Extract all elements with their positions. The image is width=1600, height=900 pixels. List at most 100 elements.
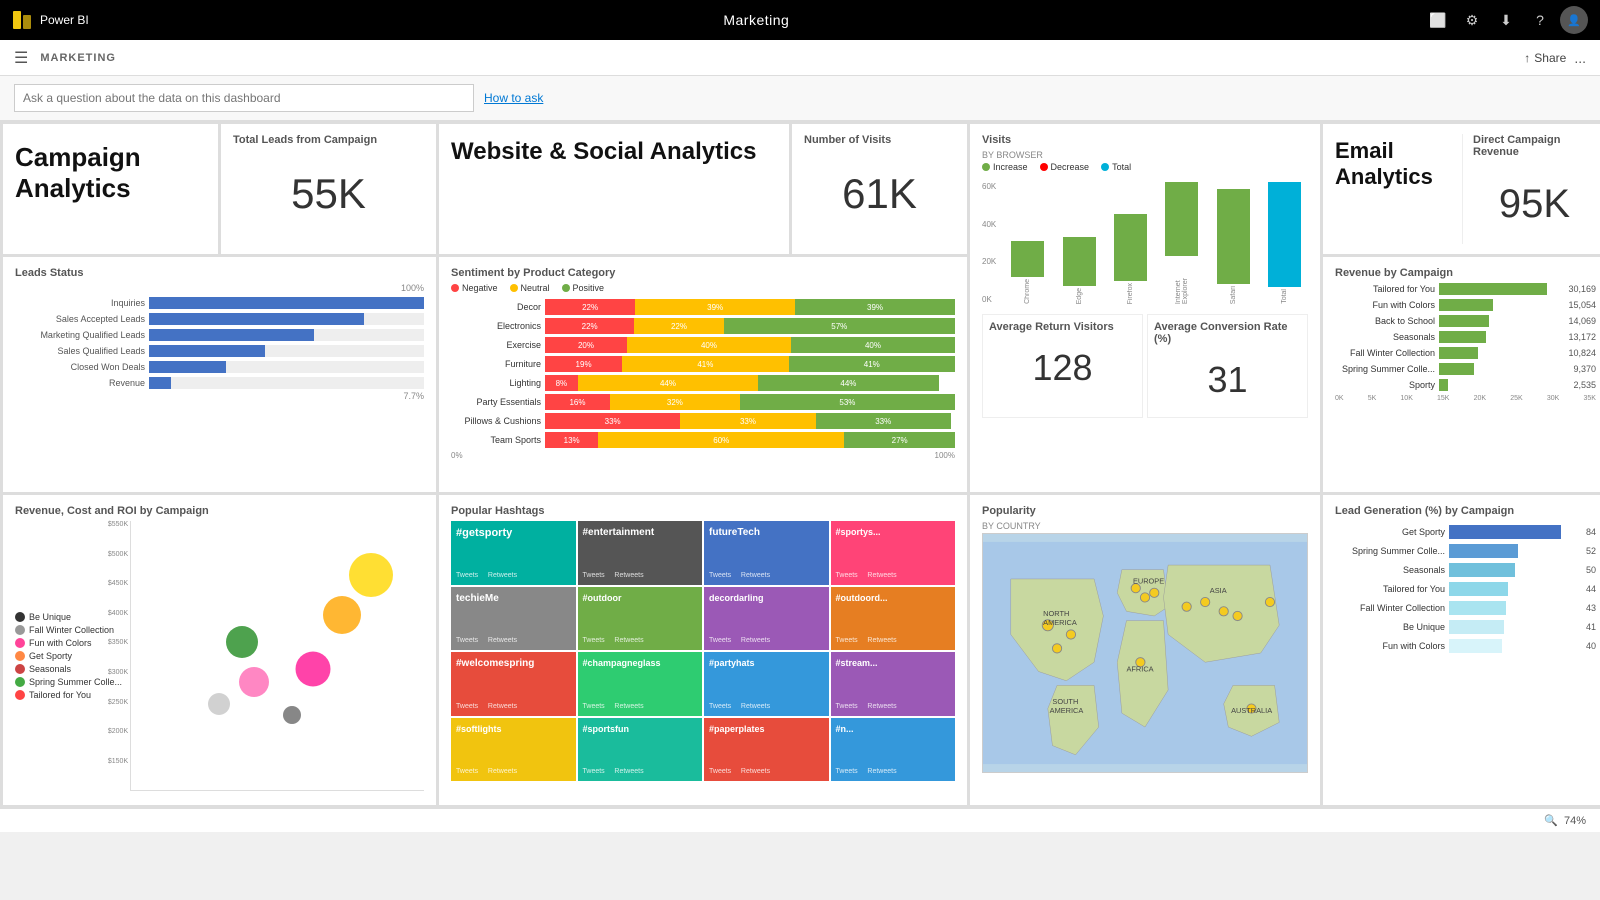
howto-link[interactable]: How to ask [484, 91, 543, 105]
hashtag-meta: Tweets Retweets [836, 572, 951, 579]
lgbar-fill [1449, 620, 1504, 634]
rcbar-val: 2,535 [1573, 380, 1596, 390]
hashtag-cell: #softlights Tweets Retweets [451, 718, 576, 782]
rcbar-val: 9,370 [1573, 364, 1596, 374]
sentiment-bar-row: Decor 22% 39% 39% [451, 299, 955, 315]
lead-gen-bar-row: Seasonals 50 [1335, 563, 1596, 577]
sentiment-bar-row: Exercise 20% 40% 40% [451, 337, 955, 353]
revenue-bar-row: Seasonals 13,172 [1335, 331, 1596, 343]
lgbar-label: Spring Summer Colle... [1335, 546, 1445, 556]
more-button[interactable]: ... [1574, 50, 1586, 66]
neg-seg: 20% [545, 337, 627, 353]
sentiment-bar-label: Electronics [451, 321, 541, 331]
rcbar-val: 14,069 [1568, 316, 1596, 326]
leads-bar-row: Inquiries [15, 297, 424, 309]
sentiment-bar-track: 20% 40% 40% [545, 337, 955, 353]
rcr-legend-label: Tailored for You [29, 690, 91, 700]
legend-positive: Positive [562, 283, 605, 293]
hamburger-menu[interactable]: ☰ [14, 48, 28, 68]
app-logo[interactable]: Power BI [12, 10, 89, 30]
share-button[interactable]: ↑ Share [1524, 51, 1566, 65]
popularity-sublabel: BY COUNTRY [982, 521, 1308, 531]
scatter-y-label: $450K [108, 580, 128, 587]
monitor-icon[interactable]: ⬜ [1424, 6, 1452, 34]
hashtag-text: techieMe [456, 593, 571, 604]
hashtag-meta: Tweets Retweets [583, 703, 698, 710]
leads-bar-track [149, 377, 424, 389]
hashtag-meta: Tweets Retweets [583, 768, 698, 775]
bar-safari: Safari [1209, 182, 1256, 304]
rcbar-fill [1439, 379, 1448, 391]
avg-return-value: 128 [989, 337, 1136, 399]
rcbar-fill [1439, 315, 1489, 327]
rcbar-fill [1439, 363, 1474, 375]
rcr-legend-label: Fun with Colors [29, 638, 92, 648]
increase-dot [982, 163, 990, 171]
lead-gen-bar-row: Be Unique 41 [1335, 620, 1596, 634]
hashtag-cell: #stream... Tweets Retweets [831, 652, 956, 716]
powerbi-logo-icon [12, 10, 32, 30]
hashtag-meta: Tweets Retweets [456, 768, 571, 775]
avg-conversion-value: 31 [1154, 349, 1301, 411]
total-label: Total [1112, 162, 1131, 172]
legend-negative: Negative [451, 283, 498, 293]
sentiment-bars: Decor 22% 39% 39% Electronics 22% 22% 57… [451, 299, 955, 448]
avg-conversion-label: Average Conversion Rate (%) [1154, 321, 1301, 345]
help-icon[interactable]: ? [1526, 6, 1554, 34]
sentiment-bar-track: 33% 33% 33% [545, 413, 955, 429]
rcr-legend-label: Seasonals [29, 664, 71, 674]
scatter-bubble [295, 651, 330, 686]
rcr-legend-dot [15, 651, 25, 661]
lgbar-val: 43 [1586, 603, 1596, 613]
rcbar-label: Back to School [1335, 316, 1435, 326]
avg-section: Average Return Visitors 128 Average Conv… [982, 314, 1308, 418]
hashtag-text: #outdoord... [836, 593, 951, 603]
hashtags-label: Popular Hashtags [451, 505, 955, 517]
sentiment-bar-track: 22% 22% 57% [545, 318, 955, 334]
hashtag-text: #n... [836, 724, 951, 734]
settings-icon[interactable]: ⚙ [1458, 6, 1486, 34]
lead-gen-bar-row: Fall Winter Collection 43 [1335, 601, 1596, 615]
sentiment-bar-track: 8% 44% 44% [545, 375, 955, 391]
leads-status-label: Leads Status [15, 267, 424, 279]
visits-sublabel: BY BROWSER [982, 150, 1308, 160]
lgbar-val: 50 [1586, 565, 1596, 575]
revenue-axis: 0K5K10K15K20K25K30K35K [1335, 395, 1596, 402]
lead-generation-card: Lead Generation (%) by Campaign Get Spor… [1323, 495, 1600, 805]
download-icon[interactable]: ⬇ [1492, 6, 1520, 34]
neu-seg: 33% [680, 413, 815, 429]
neg-label: Negative [462, 283, 498, 293]
svg-text:AMERICA: AMERICA [1043, 618, 1077, 627]
lgbar-label: Tailored for You [1335, 584, 1445, 594]
lgbar-label: Get Sporty [1335, 527, 1445, 537]
svg-text:AFRICA: AFRICA [1126, 665, 1153, 674]
visits-label: Visits [982, 134, 1308, 146]
total-leads-label: Total Leads from Campaign [233, 134, 424, 146]
rcr-content: Be Unique Fall Winter Collection Fun wit… [15, 521, 424, 791]
total-leads-card: Total Leads from Campaign 55K [221, 124, 436, 254]
user-avatar[interactable]: 👤 [1560, 6, 1588, 34]
hashtag-meta: Tweets Retweets [836, 703, 951, 710]
rcbar-fill [1439, 299, 1493, 311]
campaign-analytics-title: Campaign Analytics [15, 142, 206, 204]
scatter-bubble [283, 706, 301, 724]
lgbar-fill [1449, 601, 1506, 615]
qa-bar: How to ask [0, 76, 1600, 121]
sentiment-bar-label: Team Sports [451, 435, 541, 445]
neu-seg: 41% [622, 356, 788, 372]
scatter-y-label: $250K [108, 699, 128, 706]
neu-seg: 22% [634, 318, 723, 334]
neu-label: Neutral [521, 283, 550, 293]
qa-input[interactable] [14, 84, 474, 112]
rcbar-track [1439, 379, 1569, 391]
svg-text:AUSTRALIA: AUSTRALIA [1231, 706, 1272, 715]
hashtag-cell: #outdoor Tweets Retweets [578, 587, 703, 651]
rcr-legend-item: Tailored for You [15, 690, 122, 700]
hashtag-meta: Tweets Retweets [583, 637, 698, 644]
lead-gen-bar-row: Spring Summer Colle... 52 [1335, 544, 1596, 558]
bar-ie: Internet Explorer [1158, 182, 1205, 304]
hashtag-cell: #getsporty Tweets Retweets [451, 521, 576, 585]
lead-gen-bar-row: Get Sporty 84 [1335, 525, 1596, 539]
hashtag-meta: Tweets Retweets [709, 768, 824, 775]
bar-ie-label: Internet Explorer [1175, 258, 1189, 304]
